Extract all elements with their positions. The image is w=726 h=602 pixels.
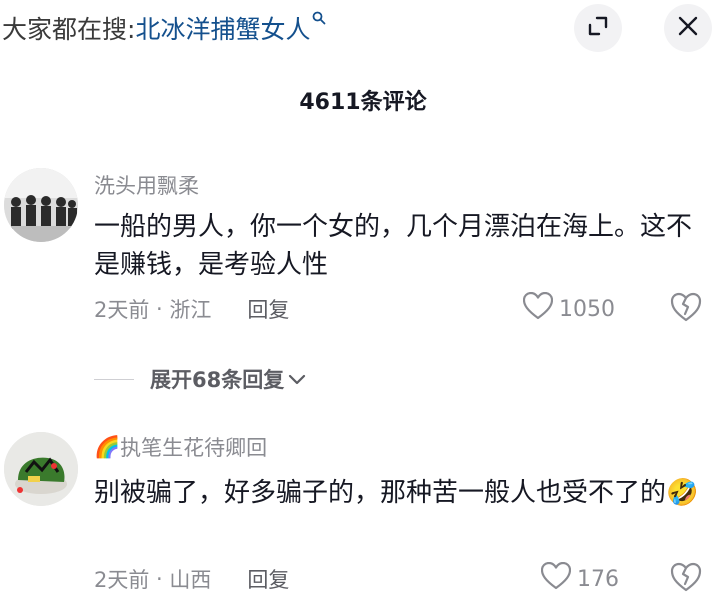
comment-username[interactable]: 🌈 执笔生花待卿回 xyxy=(94,432,267,462)
heart-icon xyxy=(540,561,577,596)
comment-username[interactable]: 洗头用飘柔 xyxy=(94,170,199,200)
like-button[interactable]: 1050 xyxy=(522,291,615,326)
dislike-button[interactable] xyxy=(670,562,702,596)
chevron-down-icon xyxy=(288,367,306,391)
expand-replies-button[interactable]: 展开68条回复 xyxy=(94,364,306,394)
reply-button[interactable]: 回复 xyxy=(247,294,289,324)
close-button[interactable] xyxy=(664,4,712,52)
comment-text-body: 别被骗了，好多骗子的，那种苦一般人也受不了的 xyxy=(94,478,667,508)
expand-replies-label: 展开68条回复 xyxy=(150,368,285,392)
username-text: 洗头用飘柔 xyxy=(94,174,199,198)
avatar[interactable] xyxy=(4,432,78,506)
trending-search-query[interactable]: 北冰洋捕蟹女人 xyxy=(135,10,310,46)
trending-search-label: 大家都在搜: xyxy=(2,15,136,44)
comment-time: 2天前 xyxy=(94,568,150,592)
comment-text: 别被骗了，好多骗子的，那种苦一般人也受不了的🤣 xyxy=(94,474,704,512)
broken-heart-icon xyxy=(670,292,702,326)
comment-time: 2天前 xyxy=(94,298,150,322)
trending-search-bar[interactable]: 大家都在搜: 北冰洋捕蟹女人 xyxy=(0,6,560,50)
expand-icon xyxy=(587,15,609,41)
comment-meta: 2天前 · 浙江 回复 xyxy=(94,294,289,324)
divider-line xyxy=(94,378,134,380)
like-button[interactable]: 176 xyxy=(540,561,619,596)
close-icon xyxy=(677,15,699,41)
search-icon[interactable] xyxy=(312,11,326,29)
rainbow-icon: 🌈 xyxy=(94,434,121,459)
comments-panel: 大家都在搜: 北冰洋捕蟹女人 4611条评论 洗头用飘柔 一船的男人，你一个女的… xyxy=(0,0,726,602)
username-text: 执笔生花待卿回 xyxy=(120,436,268,460)
dislike-button[interactable] xyxy=(670,292,702,326)
broken-heart-icon xyxy=(670,562,702,596)
reply-button[interactable]: 回复 xyxy=(247,564,289,594)
like-count: 176 xyxy=(577,566,619,592)
expand-button[interactable] xyxy=(574,4,622,52)
comment-location: 山西 xyxy=(169,568,212,592)
comment-location: 浙江 xyxy=(169,298,212,322)
laughing-emoji-icon: 🤣 xyxy=(666,478,699,508)
heart-icon xyxy=(522,291,559,326)
comments-count-title: 4611条评论 xyxy=(299,90,427,115)
comment-meta: 2天前 · 山西 回复 xyxy=(94,564,289,594)
avatar[interactable] xyxy=(4,168,78,242)
like-count: 1050 xyxy=(559,296,615,322)
comment-text: 一船的男人，你一个女的，几个月漂泊在海上。这不是赚钱，是考验人性 xyxy=(94,212,693,280)
